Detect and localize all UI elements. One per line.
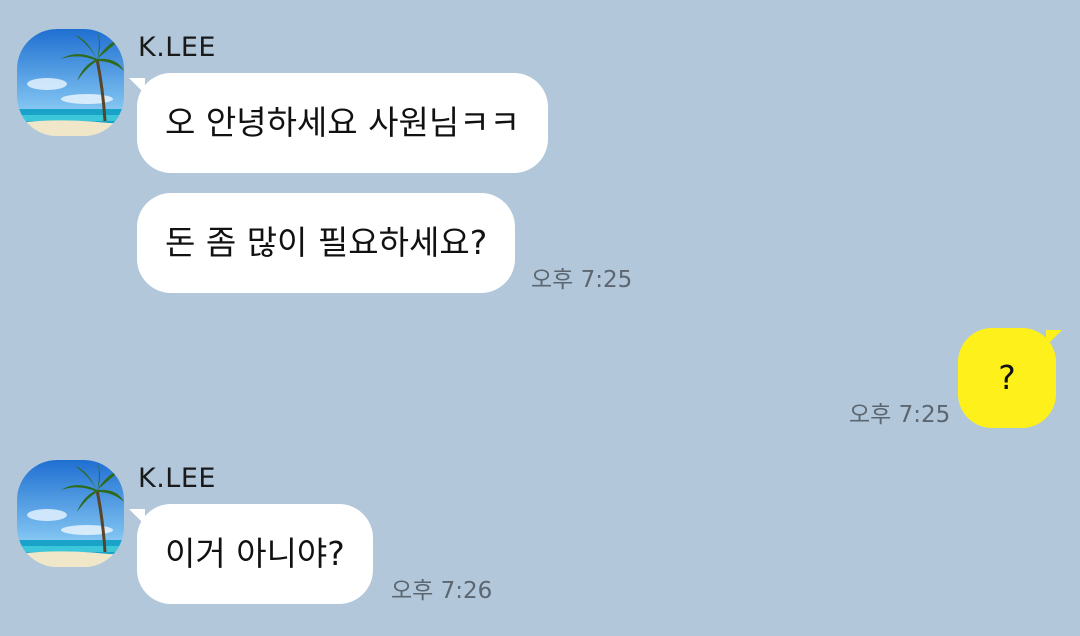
message-timestamp: 오후 7:25: [849, 402, 951, 428]
incoming-message-bubble[interactable]: 돈 좀 많이 필요하세요?: [137, 193, 516, 293]
message-timestamp: 오후 7:25: [531, 267, 633, 293]
incoming-message-bubble[interactable]: 이거 아니야?: [137, 504, 373, 604]
message-timestamp: 오후 7:26: [391, 578, 493, 604]
sender-name: K.LEE: [138, 32, 216, 63]
palm-beach-avatar-image: [17, 29, 124, 136]
outgoing-message-bubble[interactable]: ?: [958, 328, 1056, 428]
avatar[interactable]: [17, 460, 124, 567]
palm-beach-avatar-image: [17, 460, 124, 567]
incoming-message-bubble[interactable]: 오 안녕하세요 사원님ㅋㅋ: [137, 73, 548, 173]
avatar[interactable]: [17, 29, 124, 136]
sender-name: K.LEE: [138, 463, 216, 494]
bubble-tail: [1046, 330, 1062, 346]
